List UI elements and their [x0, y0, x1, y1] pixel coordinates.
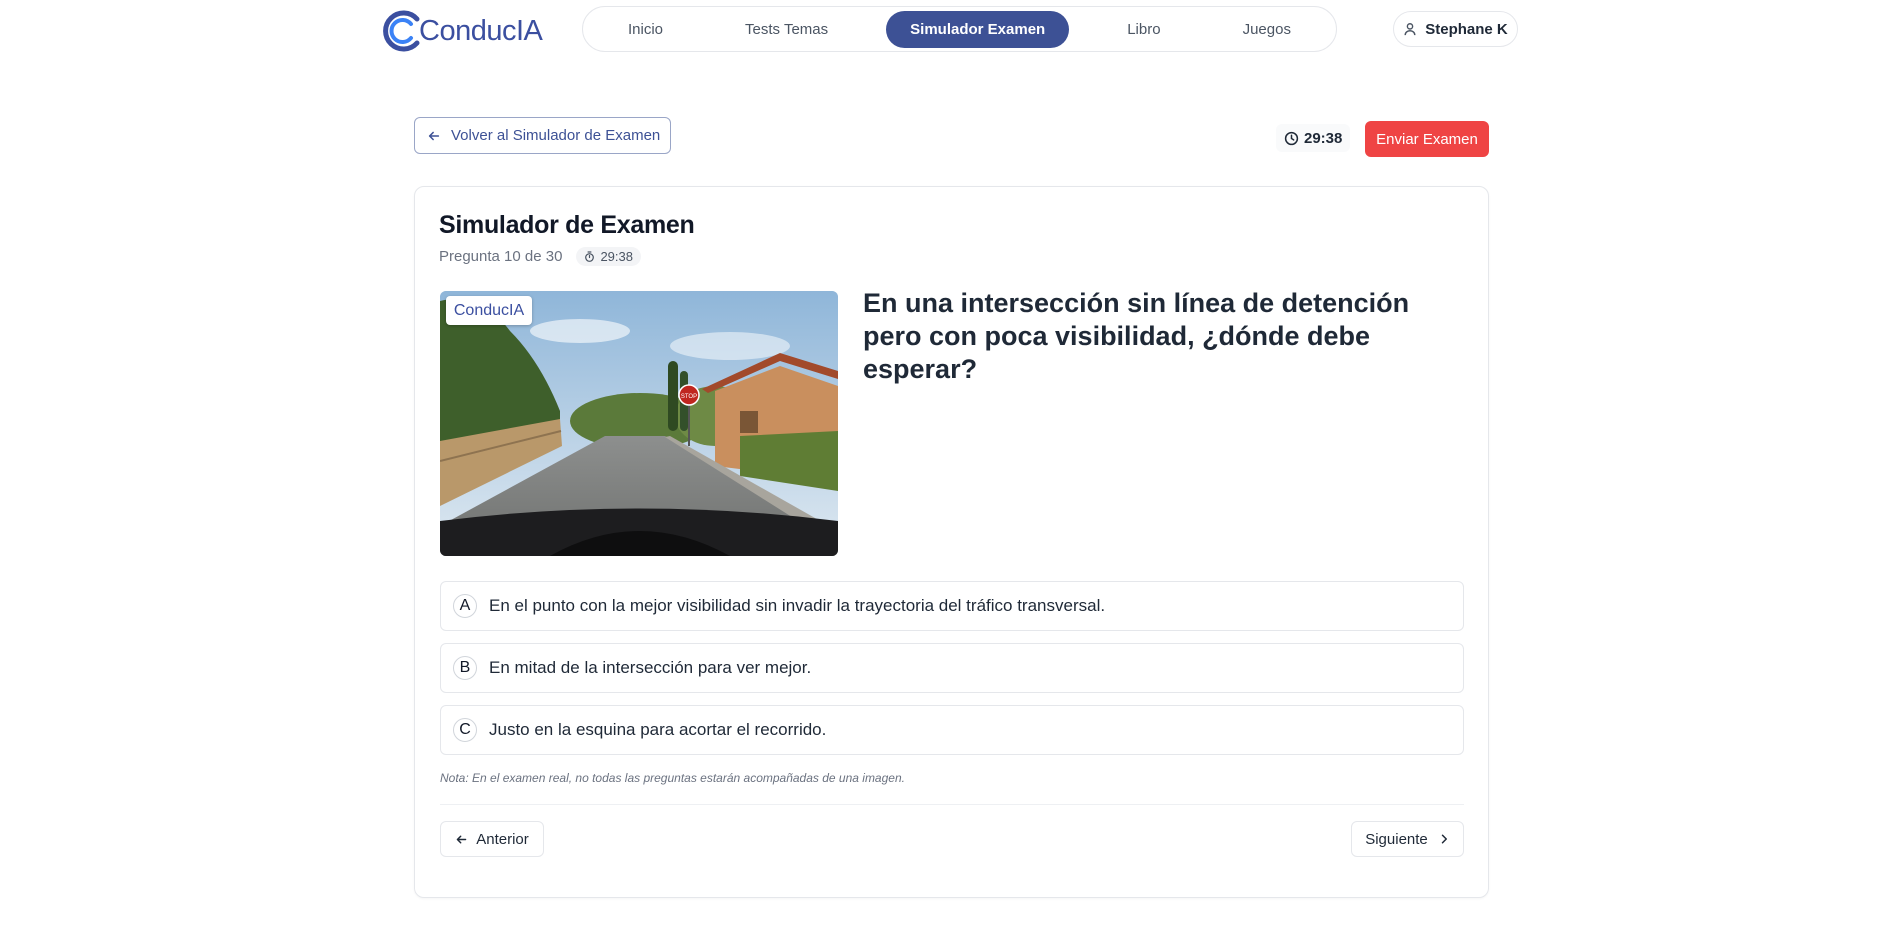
clock-icon: [1284, 131, 1299, 145]
answer-option-b[interactable]: B En mitad de la intersección para ver m…: [440, 643, 1464, 693]
brand-logo[interactable]: ConducIA: [381, 9, 543, 53]
previous-question-button[interactable]: Anterior: [440, 821, 544, 857]
nav-item-juegos[interactable]: Juegos: [1219, 11, 1315, 48]
nav-item-inicio[interactable]: Inicio: [604, 11, 687, 48]
user-menu-button[interactable]: Stephane K: [1393, 11, 1518, 47]
answer-option-a[interactable]: A En el punto con la mejor visibilidad s…: [440, 581, 1464, 631]
nav-item-libro[interactable]: Libro: [1103, 11, 1184, 48]
back-to-simulator-button[interactable]: Volver al Simulador de Examen: [414, 117, 671, 154]
option-letter: A: [453, 594, 477, 618]
svg-text:STOP: STOP: [681, 394, 697, 400]
option-letter: B: [453, 656, 477, 680]
option-text: En el punto con la mejor visibilidad sin…: [489, 596, 1106, 615]
arrow-left-icon: [428, 131, 440, 140]
exam-progress-row: Pregunta 10 de 30 29:38: [439, 247, 641, 266]
previous-label: Anterior: [476, 830, 529, 848]
next-question-button[interactable]: Siguiente: [1351, 821, 1464, 857]
timer-value: 29:38: [1304, 129, 1343, 147]
image-watermark-logo: ConducIA: [446, 296, 532, 325]
road-scene-illustration: STOP: [440, 291, 838, 556]
submit-exam-button[interactable]: Enviar Examen: [1365, 121, 1489, 157]
stopwatch-icon: [585, 251, 595, 262]
question-counter: Pregunta 10 de 30: [439, 248, 563, 265]
nav-item-simulador-examen[interactable]: Simulador Examen: [886, 10, 1070, 48]
image-note: Nota: En el examen real, no todas las pr…: [440, 771, 905, 785]
answer-option-c[interactable]: C Justo en la esquina para acortar el re…: [440, 705, 1464, 755]
next-label: Siguiente: [1365, 830, 1428, 848]
chevron-right-icon: [1441, 834, 1447, 844]
exam-timer: 29:38: [1276, 124, 1351, 152]
back-label: Volver al Simulador de Examen: [451, 127, 661, 144]
question-text: En una intersección sin línea de detenci…: [863, 288, 1410, 384]
image-watermark-text: ConducIA: [453, 301, 525, 319]
main-nav: Inicio Tests Temas Simulador Examen Libr…: [582, 6, 1337, 52]
option-text: Justo en la esquina para acortar el reco…: [489, 720, 827, 739]
option-letter: C: [453, 718, 477, 742]
exam-card: Simulador de Examen Pregunta 10 de 30 29…: [414, 186, 1489, 898]
option-text: En mitad de la intersección para ver mej…: [489, 658, 812, 677]
mini-timer-value: 29:38: [600, 249, 633, 264]
question-image: STOP ConducIA: [440, 291, 838, 556]
user-name: Stephane K: [1425, 20, 1508, 38]
divider: [440, 804, 1464, 805]
page-title: Simulador de Examen: [439, 211, 695, 239]
nav-item-tests-temas[interactable]: Tests Temas: [721, 11, 852, 48]
mini-timer-badge: 29:38: [576, 247, 641, 266]
user-icon: [1404, 23, 1416, 36]
arrow-left-icon: [456, 835, 467, 843]
brand-name: ConducIA: [419, 14, 543, 47]
